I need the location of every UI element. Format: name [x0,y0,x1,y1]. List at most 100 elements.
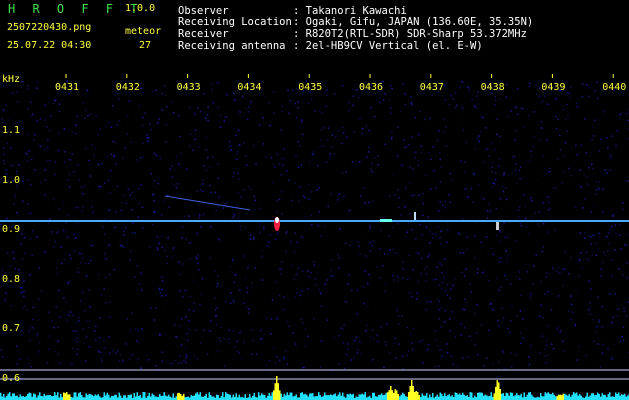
histogram-bar [402,392,404,400]
histogram-bar [315,396,317,400]
histogram-bar [115,394,117,400]
histogram-bar [481,392,483,400]
histogram-bar [19,394,21,400]
meteor-echo-faint [496,222,499,230]
histogram-bar [108,394,110,400]
histogram-bar [627,395,629,400]
histogram-bar [27,393,29,400]
histogram-bar [69,394,71,400]
histogram-bar [460,394,462,400]
histogram-bar [508,395,510,400]
histogram-bar [34,394,36,400]
histogram-bar [390,386,392,400]
histogram-bar [52,395,54,400]
meteor-label: meteor [125,26,162,37]
histogram-bar [579,394,581,400]
histogram-bar [346,393,348,400]
freq-label: 1.0 [2,175,20,186]
histogram-bar [268,392,270,400]
histogram-bar [355,396,357,400]
histogram-bar [348,394,350,400]
histogram-bar [400,394,402,400]
histogram-bar [459,393,461,400]
histogram-bar [295,394,297,400]
histogram-bar [312,393,314,400]
histogram-bar [496,380,498,400]
histogram-bar [544,392,546,400]
histogram-bar [120,395,122,400]
histogram-bar [597,392,599,400]
histogram-bar [331,395,333,400]
histogram-bar [229,394,231,400]
histogram-bar [300,393,302,400]
histogram-bar [469,392,471,400]
histogram-bar [625,396,627,400]
histogram-bar [330,394,332,400]
histogram-bar [114,394,116,400]
histogram-bar [391,390,393,400]
histogram-bar [217,395,219,400]
histogram-bar [580,395,582,400]
histogram-bar [385,392,387,400]
histogram-bar [421,393,423,400]
histogram-bar [310,393,312,400]
histogram-bar [517,395,519,400]
spectrogram-plot: 0431 0432 0433 0434 0435 0436 0437 0438 0439 0440… [0,74,629,400]
histogram-bar [277,383,279,400]
histogram-bar [142,392,144,400]
histogram-bar [30,393,32,400]
histogram-bar [388,390,390,400]
histogram-bar [333,394,335,400]
histogram-bar [547,392,549,400]
histogram-bar [13,393,15,400]
histogram-bar [133,393,135,400]
histogram-bar [63,392,65,400]
histogram-bar [150,396,152,400]
histogram-bar [172,393,174,400]
histogram-bar [474,395,476,400]
histogram-bar [502,393,504,400]
histogram-bar [528,392,530,400]
histogram-bar [456,393,458,400]
histogram-bar [15,395,17,400]
histogram-bar [249,394,251,400]
histogram-bar [162,395,164,400]
histogram-bar [160,395,162,400]
histogram-bar [211,396,213,400]
histogram-bar [369,395,371,400]
histogram-bar [541,396,543,400]
histogram-bar [291,392,293,400]
histogram-bar [279,390,281,400]
histogram-bar [270,395,272,400]
histogram-bar [124,395,126,400]
time-label: 0435 [298,82,322,93]
location-value: : Ogaki, Gifu, JAPAN (136.60E, 35.35N) [293,16,534,28]
histogram-bar [147,396,149,400]
time-label: 0433 [177,82,201,93]
time-label: 0432 [116,82,140,93]
histogram-bar [609,392,611,400]
meteor-echo-small [414,212,416,220]
histogram-bar [618,392,620,400]
app-version: 1.0.0 [125,3,156,14]
histogram-bar [51,396,53,400]
freq-label: 0.9 [2,224,20,235]
histogram-bar [363,394,365,400]
histogram-bar [118,392,120,400]
histogram-bar [600,396,602,400]
histogram-bar [576,392,578,400]
histogram-bar [564,393,566,400]
histogram-bar [226,393,228,400]
histogram-bar [445,396,447,400]
histogram-bar [616,394,618,400]
histogram-bar [261,393,263,400]
histogram-bar [327,395,329,400]
histogram-bar [138,396,140,400]
histogram-bar [342,392,344,400]
histogram-bar [222,392,224,400]
histogram-bar [7,393,9,400]
histogram-bar [381,393,383,400]
histogram-bar [364,392,366,400]
location-label: Receiving Location [178,16,292,28]
histogram-bar [48,395,50,400]
